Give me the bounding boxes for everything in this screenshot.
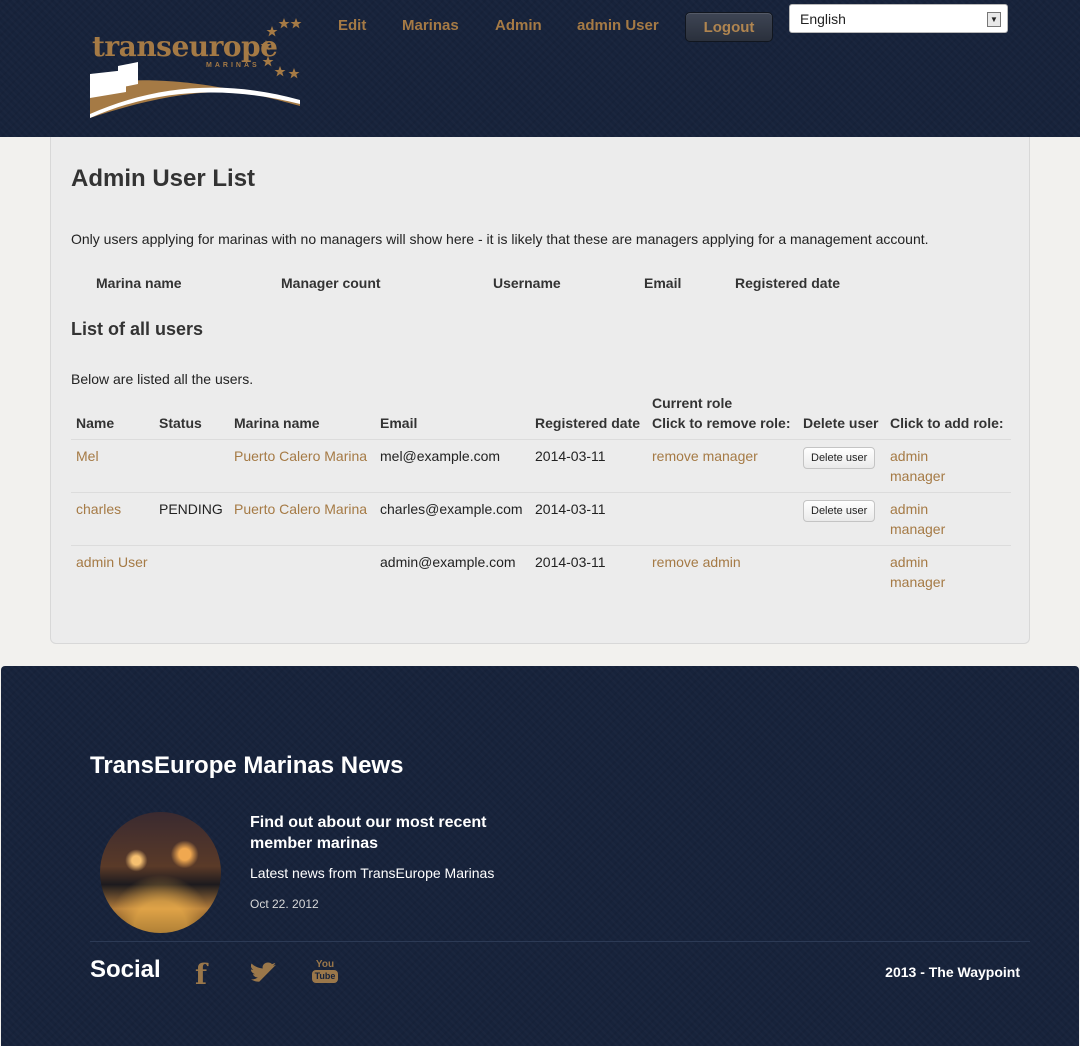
col-current-role: Current role Click to remove role: xyxy=(647,393,798,440)
logo-text: transeurope xyxy=(92,30,278,63)
user-status xyxy=(154,545,229,598)
nav-edit[interactable]: Edit xyxy=(338,17,366,34)
transeurope-logo[interactable]: transeurope MARINAS xyxy=(88,14,304,122)
news-headline[interactable]: Find out about our most recent member ma… xyxy=(250,812,530,854)
table-row: Mel Puerto Calero Marina mel@example.com… xyxy=(71,439,1011,493)
delete-user-empty xyxy=(798,545,885,598)
language-select[interactable]: English ▼ xyxy=(789,4,1008,33)
delete-user-button[interactable]: Delete user xyxy=(803,447,876,469)
dropdown-arrow-icon: ▼ xyxy=(987,12,1001,27)
twitter-bird-graphic xyxy=(250,962,276,982)
col-remove-role-label: Click to remove role: xyxy=(652,415,791,431)
social-title: Social xyxy=(90,956,161,983)
nav-marinas[interactable]: Marinas xyxy=(402,17,459,34)
add-manager-role-link[interactable]: manager xyxy=(890,468,945,484)
table-row: admin User admin@example.com 2014-03-11 … xyxy=(71,545,1011,598)
user-registered: 2014-03-11 xyxy=(530,492,647,546)
nav-admin[interactable]: Admin xyxy=(495,17,542,34)
user-name-link[interactable]: charles xyxy=(76,501,121,517)
user-name-link[interactable]: admin User xyxy=(76,554,148,570)
col-status: Status xyxy=(159,415,202,431)
news-thumbnail[interactable] xyxy=(100,812,221,933)
footer-divider xyxy=(90,941,1030,942)
col-current-role-label: Current role xyxy=(652,395,733,411)
logout-button[interactable]: Logout xyxy=(685,12,773,42)
youtube-icon[interactable]: You Tube xyxy=(312,959,338,983)
user-email: mel@example.com xyxy=(375,439,530,493)
user-status xyxy=(154,439,229,493)
copyright: 2013 - The Waypoint xyxy=(885,964,1020,980)
col-delete: Delete user xyxy=(803,415,879,431)
remove-role-link[interactable]: remove admin xyxy=(652,554,741,570)
user-name-link[interactable]: Mel xyxy=(76,448,99,464)
facebook-icon[interactable]: f xyxy=(195,958,207,991)
delete-user-button[interactable]: Delete user xyxy=(803,500,876,522)
page-title: Admin User List xyxy=(71,165,256,192)
user-email: charles@example.com xyxy=(375,492,530,546)
user-email: admin@example.com xyxy=(375,545,530,598)
user-registered: 2014-03-11 xyxy=(530,545,647,598)
news-title: TransEurope Marinas News xyxy=(90,752,404,779)
add-admin-role-link[interactable]: admin xyxy=(890,554,928,570)
pending-col-registered: Registered date xyxy=(735,275,841,291)
nav-admin-user[interactable]: admin User xyxy=(577,17,659,34)
site-footer: TransEurope Marinas News Find out about … xyxy=(1,666,1079,1046)
add-admin-role-link[interactable]: admin xyxy=(890,448,928,464)
intro-text: Only users applying for marinas with no … xyxy=(71,231,929,247)
user-registered: 2014-03-11 xyxy=(530,439,647,493)
remove-role-link[interactable]: remove manager xyxy=(652,448,758,464)
all-users-intro: Below are listed all the users. xyxy=(71,371,254,387)
table-row: charles PENDING Puerto Calero Marina cha… xyxy=(71,492,1011,546)
logo-subtext: MARINAS xyxy=(206,62,260,69)
all-users-heading: List of all users xyxy=(71,319,204,339)
col-add-role: Click to add role: xyxy=(890,415,1004,431)
twitter-icon[interactable] xyxy=(250,962,277,987)
pending-col-username: Username xyxy=(493,275,561,291)
language-value: English xyxy=(800,11,846,27)
pending-col-email: Email xyxy=(644,275,682,291)
add-manager-role-link[interactable]: manager xyxy=(890,521,945,537)
users-table: Name Status Marina name Email Registered… xyxy=(71,393,1011,598)
col-name: Name xyxy=(76,415,115,431)
site-header: transeurope MARINAS Edit Marinas Admin a… xyxy=(0,0,1080,137)
add-admin-role-link[interactable]: admin xyxy=(890,501,928,517)
col-marina: Marina name xyxy=(234,415,320,431)
col-email: Email xyxy=(380,415,418,431)
pending-col-marina: Marina name xyxy=(96,275,182,291)
news-date: Oct 22. 2012 xyxy=(250,897,319,911)
news-subtitle: Latest news from TransEurope Marinas xyxy=(250,865,495,881)
pending-col-manager-count: Manager count xyxy=(281,275,381,291)
col-registered: Registered date xyxy=(535,415,641,431)
add-manager-role-link[interactable]: manager xyxy=(890,574,945,590)
users-table-header: Name Status Marina name Email Registered… xyxy=(71,393,1011,440)
youtube-label-bottom: Tube xyxy=(312,970,338,983)
admin-panel: Admin User List Only users applying for … xyxy=(50,137,1030,644)
user-status: PENDING xyxy=(154,492,229,546)
marina-link[interactable]: Puerto Calero Marina xyxy=(234,501,367,517)
youtube-label-top: You xyxy=(315,959,335,970)
marina-link[interactable]: Puerto Calero Marina xyxy=(234,448,367,464)
